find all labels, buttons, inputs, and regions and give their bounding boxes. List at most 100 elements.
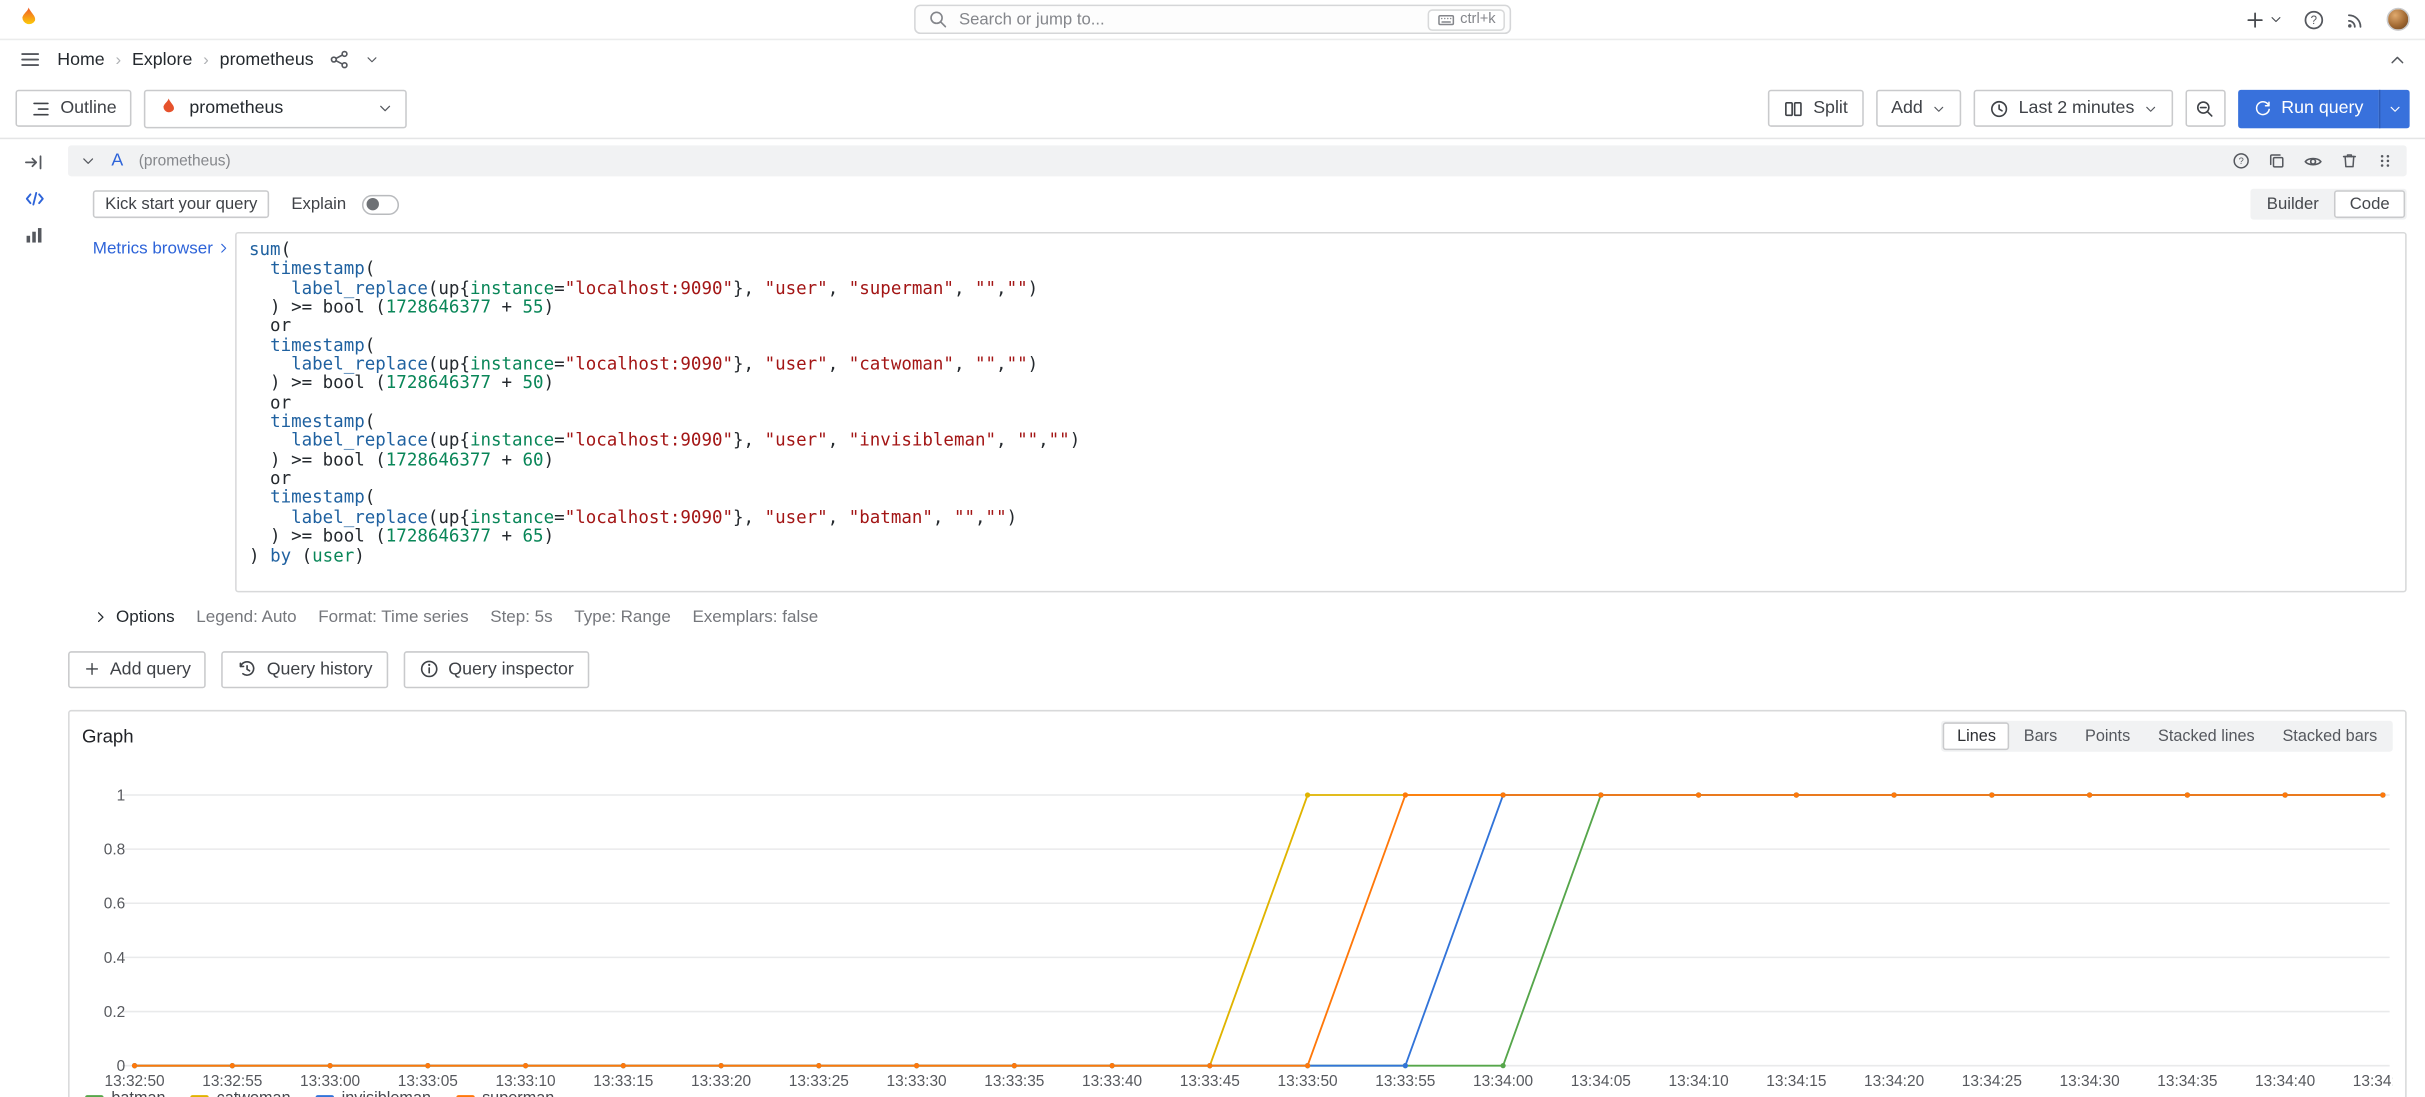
split-button[interactable]: Split — [1768, 90, 1863, 127]
drag-handle[interactable] — [2376, 152, 2395, 171]
chevron-right-icon — [93, 609, 108, 624]
option-type: Type: Range — [574, 608, 670, 627]
breadcrumb-item-home[interactable]: Home — [57, 50, 104, 69]
graph-canvas[interactable]: 00.20.40.60.8113:32:5013:32:5513:33:0013… — [79, 758, 2393, 1089]
bar-chart-icon — [23, 224, 45, 246]
graph-style-lines[interactable]: Lines — [1943, 722, 2010, 750]
options-label: Options — [116, 608, 175, 627]
collapse-header-button[interactable] — [2388, 50, 2407, 69]
new-menu-button[interactable] — [2244, 9, 2283, 31]
svg-text:13:33:10: 13:33:10 — [495, 1073, 555, 1089]
query-actions-row: Add query Query history Query inspector — [68, 651, 2407, 688]
grafana-logo[interactable] — [15, 6, 41, 32]
code-line: timestamp( — [249, 260, 2393, 279]
svg-text:13:32:55: 13:32:55 — [202, 1073, 262, 1089]
caret-down-icon — [365, 53, 379, 67]
run-query-button[interactable]: Run query — [2238, 89, 2379, 128]
explain-toggle[interactable] — [362, 194, 399, 214]
svg-text:0.8: 0.8 — [104, 841, 125, 858]
query-help-button[interactable]: ? — [2232, 152, 2251, 171]
queries-shortcut-button[interactable] — [22, 187, 45, 210]
graph-panel-title: Graph — [82, 725, 134, 747]
legend-item-invisibleman[interactable]: invisibleman — [315, 1089, 431, 1097]
query-inspector-button[interactable]: Query inspector — [403, 651, 589, 688]
graph-style-stacked-bars[interactable]: Stacked bars — [2269, 722, 2392, 750]
query-datasource-hint: (prometheus) — [139, 152, 231, 169]
toggle-query-visibility-button[interactable] — [2303, 151, 2323, 171]
graph-style-points[interactable]: Points — [2071, 722, 2144, 750]
outline-icon — [31, 98, 51, 118]
sync-icon — [2253, 99, 2272, 118]
toggle-knob — [366, 198, 378, 210]
add-button[interactable]: Add — [1876, 90, 1962, 127]
mega-menu-toggle[interactable] — [19, 48, 42, 71]
collapse-query-button[interactable] — [80, 153, 95, 168]
query-options-row: Options Legend: Auto Format: Time series… — [93, 608, 2407, 627]
duplicate-query-button[interactable] — [2267, 152, 2286, 171]
legend-item-batman[interactable]: batman — [85, 1089, 165, 1097]
breadcrumb-separator: › — [203, 50, 209, 69]
code-editor[interactable]: sum( timestamp( label_replace(up{instanc… — [235, 232, 2407, 592]
add-query-button[interactable]: Add query — [68, 651, 206, 688]
run-query-label: Run query — [2281, 99, 2363, 118]
share-options-caret[interactable] — [365, 53, 379, 67]
user-avatar[interactable] — [2387, 8, 2410, 31]
kick-start-button[interactable]: Kick start your query — [93, 190, 270, 218]
editor-mode-toggle: Builder Code — [2250, 189, 2407, 220]
editor-mode-builder[interactable]: Builder — [2251, 190, 2334, 218]
time-range-picker[interactable]: Last 2 minutes — [1974, 90, 2173, 127]
graph-shortcut-button[interactable] — [23, 224, 45, 246]
outline-button[interactable]: Outline — [15, 90, 132, 127]
svg-text:0.4: 0.4 — [104, 950, 126, 967]
svg-text:13:33:35: 13:33:35 — [984, 1073, 1044, 1089]
metrics-browser-link[interactable]: Metrics browser — [93, 232, 235, 592]
breadcrumb: Home›Explore›prometheus — [57, 50, 313, 69]
news-button[interactable] — [2345, 9, 2367, 31]
breadcrumb-bar: Home›Explore›prometheus — [0, 40, 2425, 79]
svg-text:13:33:45: 13:33:45 — [1180, 1073, 1240, 1089]
query-editor-row: A (prometheus) ? — [68, 145, 2407, 629]
option-exemplars: Exemplars: false — [692, 608, 818, 627]
editor-mode-code[interactable]: Code — [2334, 190, 2405, 218]
metrics-browser-label: Metrics browser — [93, 240, 213, 259]
legend-label: batman — [111, 1089, 165, 1097]
graph-style-stacked-lines[interactable]: Stacked lines — [2144, 722, 2268, 750]
breadcrumb-item-explore[interactable]: Explore — [132, 50, 192, 69]
time-range-label: Last 2 minutes — [2019, 99, 2135, 118]
svg-text:0.6: 0.6 — [104, 895, 125, 912]
shortcut-text: ctrl+k — [1460, 11, 1496, 28]
legend-item-catwoman[interactable]: catwoman — [190, 1089, 290, 1097]
caret-down-icon — [2388, 101, 2402, 115]
code-line: or — [249, 470, 2393, 489]
options-collapse[interactable]: Options — [93, 608, 175, 627]
share-shortened-link-button[interactable] — [329, 49, 349, 69]
code-line: or — [249, 394, 2393, 413]
search-icon — [928, 9, 948, 29]
outline-label: Outline — [60, 99, 116, 118]
zoom-out-button[interactable] — [2185, 90, 2225, 127]
legend-item-superman[interactable]: superman — [456, 1089, 555, 1097]
legend-label: invisibleman — [342, 1089, 431, 1097]
run-query-options-caret[interactable] — [2379, 89, 2410, 128]
svg-text:13:32:50: 13:32:50 — [104, 1073, 164, 1089]
code-line: ) by (user) — [249, 547, 2393, 566]
code-line: timestamp( — [249, 413, 2393, 432]
option-legend: Legend: Auto — [196, 608, 296, 627]
plus-icon — [84, 661, 101, 678]
svg-text:13:34:10: 13:34:10 — [1669, 1073, 1729, 1089]
svg-text:13:34:25: 13:34:25 — [1962, 1073, 2022, 1089]
remove-query-button[interactable] — [2340, 152, 2359, 171]
datasource-picker[interactable]: prometheus — [145, 89, 408, 128]
code-line: or — [249, 318, 2393, 337]
query-history-button[interactable]: Query history — [222, 651, 388, 688]
svg-text:1: 1 — [117, 787, 126, 804]
help-icon: ? — [2303, 9, 2325, 31]
breadcrumb-item-prometheus[interactable]: prometheus — [220, 50, 314, 69]
search-input[interactable]: Search or jump to... ctrl+k — [914, 5, 1511, 34]
query-row-header: A (prometheus) ? — [68, 145, 2407, 176]
collapse-outline-button[interactable] — [23, 152, 45, 174]
svg-text:13:33:25: 13:33:25 — [789, 1073, 849, 1089]
top-navigation: Search or jump to... ctrl+k ? — [0, 0, 2425, 40]
help-button[interactable]: ? — [2303, 9, 2325, 31]
graph-style-bars[interactable]: Bars — [2010, 722, 2071, 750]
